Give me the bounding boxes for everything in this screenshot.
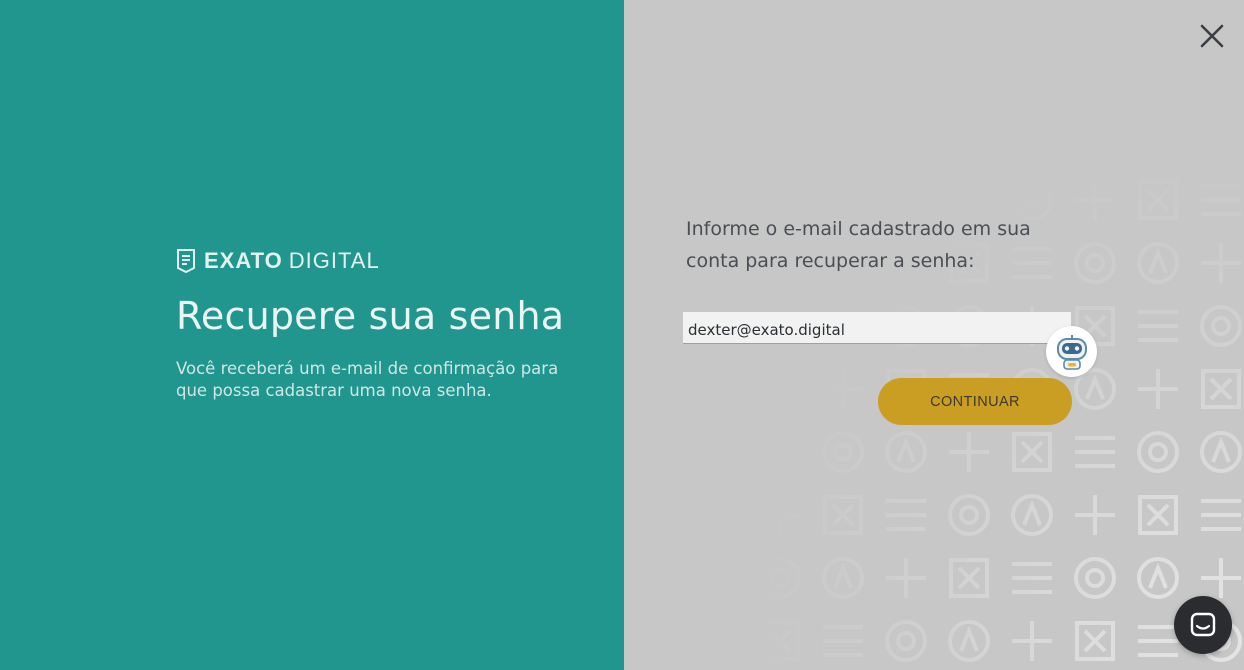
document-icon [176,248,196,274]
robot-icon [1056,334,1087,370]
chat-icon [1190,612,1216,637]
brand-name-light: DIGITAL [288,248,380,273]
email-input[interactable] [683,312,1071,343]
email-field[interactable] [683,312,1071,344]
brand-name-bold: EXATO [204,248,283,273]
chat-launcher-button[interactable] [1174,596,1232,654]
close-button[interactable] [1196,20,1228,52]
password-recovery-screen: EXATO DIGITAL Recupere sua senha Você re… [0,0,1244,670]
continue-button[interactable]: CONTINUAR [878,378,1072,425]
brand-logo: EXATO DIGITAL [176,247,380,275]
close-icon [1200,24,1224,48]
page-title: Recupere sua senha [176,294,565,338]
assistant-bot-button[interactable] [1046,326,1097,377]
page-description: Você receberá um e-mail de confirmação p… [176,359,559,400]
left-panel: EXATO DIGITAL Recupere sua senha Você re… [0,0,624,670]
instruction-text: Informe o e-mail cadastrado em sua conta… [686,218,1031,272]
